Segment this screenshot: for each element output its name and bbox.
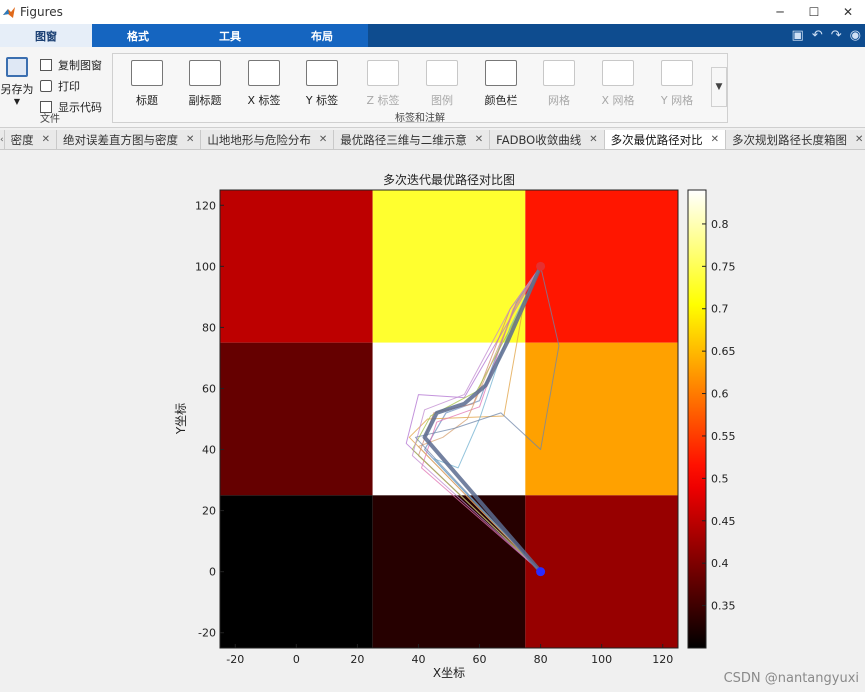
copy-icon bbox=[40, 59, 52, 71]
copy-figure-label: 复制图窗 bbox=[58, 59, 102, 72]
label-button-icon bbox=[602, 60, 634, 86]
chevron-down-icon: ▼ bbox=[13, 97, 21, 106]
close-button[interactable]: ✕ bbox=[831, 0, 865, 24]
label-button-icon bbox=[367, 60, 399, 86]
minimize-button[interactable]: ─ bbox=[763, 0, 797, 24]
file-group-label: 文件 bbox=[40, 114, 60, 125]
doc-tab-label: 多次规划路径长度箱图 bbox=[731, 132, 847, 147]
ribbon-tab-strip: 图窗 格式 工具 布局 ▣ ↶ ↷ ◉ bbox=[0, 24, 865, 47]
label-button-icon bbox=[426, 60, 458, 86]
print-label: 打印 bbox=[58, 80, 80, 93]
save-as-icon bbox=[6, 57, 28, 77]
print-button[interactable]: 打印 bbox=[40, 78, 80, 94]
y-axis-label: Y坐标 bbox=[174, 402, 189, 435]
label-button-label: Z 标签 bbox=[366, 94, 400, 107]
close-tab-icon[interactable]: ✕ bbox=[319, 134, 327, 145]
label-button-9[interactable]: Y 网格 bbox=[649, 60, 705, 108]
help-icon[interactable]: ◉ bbox=[850, 28, 861, 43]
label-button-3[interactable]: Y 标签 bbox=[294, 60, 350, 108]
doc-tab[interactable]: FADBO收敛曲线 ✕ bbox=[490, 130, 605, 149]
doc-tab[interactable]: 山地地形与危险分布 ✕ bbox=[201, 130, 335, 149]
doc-tab-label: FADBO收敛曲线 bbox=[496, 132, 582, 147]
save-as-label: 另存为 bbox=[0, 83, 34, 96]
document-tab-strip: ‹ 密度 ✕ 绝对误差直方图与密度 ✕ 山地地形与危险分布 ✕ 最优路径三维与二维示意 ✕ FA… bbox=[0, 130, 865, 150]
chart-title: 多次迭代最优路径对比图 bbox=[382, 173, 515, 187]
label-button-label: X 网格 bbox=[601, 94, 635, 107]
label-button-7[interactable]: 网格 bbox=[531, 60, 587, 108]
label-button-label: 颜色栏 bbox=[484, 94, 518, 107]
doc-tab-label: 绝对误差直方图与密度 bbox=[63, 132, 178, 147]
label-button-8[interactable]: X 网格 bbox=[590, 60, 646, 108]
label-button-icon bbox=[131, 60, 163, 86]
doc-tab-label: 密度 bbox=[10, 132, 34, 147]
undo-icon[interactable]: ↶ bbox=[812, 28, 823, 43]
doc-tab[interactable]: 密度 ✕ bbox=[5, 130, 57, 149]
figure-canvas bbox=[0, 151, 865, 692]
ribbon-more-button[interactable]: ▼ bbox=[711, 67, 727, 107]
label-button-2[interactable]: X 标签 bbox=[236, 60, 292, 108]
label-button-6[interactable]: 颜色栏 bbox=[473, 60, 529, 108]
label-button-icon bbox=[248, 60, 280, 86]
watermark: CSDN @nantangyuxi bbox=[723, 671, 859, 686]
close-tab-icon[interactable]: ✕ bbox=[475, 134, 483, 145]
maximize-button[interactable]: ☐ bbox=[797, 0, 831, 24]
doc-tab[interactable]: 多次规划路径长度箱图 ✕ bbox=[726, 130, 865, 149]
label-button-icon bbox=[543, 60, 575, 86]
window-titlebar: Figures ─ ☐ ✕ bbox=[0, 0, 865, 24]
label-button-label: Y 网格 bbox=[660, 94, 694, 107]
label-button-label: 副标题 bbox=[188, 94, 222, 107]
chevron-down-icon: ▼ bbox=[715, 82, 723, 92]
label-button-icon bbox=[485, 60, 517, 86]
ribbon-tab-figure[interactable]: 图窗 bbox=[0, 24, 92, 47]
doc-tab[interactable]: 绝对误差直方图与密度 ✕ bbox=[57, 130, 202, 149]
quick-access-toolbar: ▣ ↶ ↷ ◉ bbox=[792, 24, 865, 47]
doc-tab[interactable]: 最优路径三维与二维示意 ✕ bbox=[334, 130, 491, 149]
redo-icon[interactable]: ↷ bbox=[831, 28, 842, 43]
copy-figure-button[interactable]: 复制图窗 bbox=[40, 57, 102, 73]
label-button-icon bbox=[306, 60, 338, 86]
doc-tab-label: 山地地形与危险分布 bbox=[207, 132, 311, 147]
label-button-icon bbox=[661, 60, 693, 86]
matlab-logo-icon bbox=[3, 7, 15, 18]
doc-tab-label: 多次最优路径对比 bbox=[610, 132, 703, 147]
close-tab-icon[interactable]: ✕ bbox=[42, 134, 50, 145]
doc-tab-label: 最优路径三维与二维示意 bbox=[340, 132, 467, 147]
save-as-button[interactable]: 另存为 ▼ bbox=[0, 57, 34, 106]
label-button-label: 图例 bbox=[431, 94, 453, 107]
label-button-label: Y 标签 bbox=[305, 94, 339, 107]
labels-annotations-group: 标题 副标题 X 标签 Y 标签 Z 标签 图例 颜色栏 网格 X 网格 Y 网格 标签和注解 bbox=[112, 53, 728, 124]
doc-tab[interactable]: 多次最优路径对比 ✕ bbox=[604, 130, 726, 149]
show-code-label: 显示代码 bbox=[58, 101, 102, 114]
label-button-label: 网格 bbox=[548, 94, 570, 107]
file-group: 另存为 ▼ 复制图窗 打印 显示代码 文件 bbox=[0, 51, 108, 125]
label-button-icon bbox=[189, 60, 221, 86]
ribbon-panel: 另存为 ▼ 复制图窗 打印 显示代码 文件 标题 副标题 X 标签 Y 标签 Z 标签 图… bbox=[0, 47, 865, 128]
ribbon-tab-layout[interactable]: 布局 bbox=[276, 24, 368, 47]
x-axis-label: X坐标 bbox=[432, 666, 466, 680]
label-button-0[interactable]: 标题 bbox=[119, 60, 175, 108]
window-title: Figures bbox=[20, 5, 63, 19]
close-tab-icon[interactable]: ✕ bbox=[589, 134, 597, 145]
close-tab-icon[interactable]: ✕ bbox=[186, 134, 194, 145]
close-tab-icon[interactable]: ✕ bbox=[855, 134, 863, 145]
ribbon-tab-tools[interactable]: 工具 bbox=[184, 24, 276, 47]
close-tab-icon[interactable]: ✕ bbox=[711, 134, 719, 145]
label-button-5[interactable]: 图例 bbox=[414, 60, 470, 108]
printer-icon bbox=[40, 80, 52, 92]
label-button-label: 标题 bbox=[136, 94, 158, 107]
label-button-1[interactable]: 副标题 bbox=[177, 60, 233, 108]
labels-group-label: 标签和注解 bbox=[395, 113, 445, 124]
label-button-label: X 标签 bbox=[247, 94, 281, 107]
ribbon-tab-format[interactable]: 格式 bbox=[92, 24, 184, 47]
label-button-4[interactable]: Z 标签 bbox=[355, 60, 411, 108]
save-icon[interactable]: ▣ bbox=[792, 28, 804, 43]
